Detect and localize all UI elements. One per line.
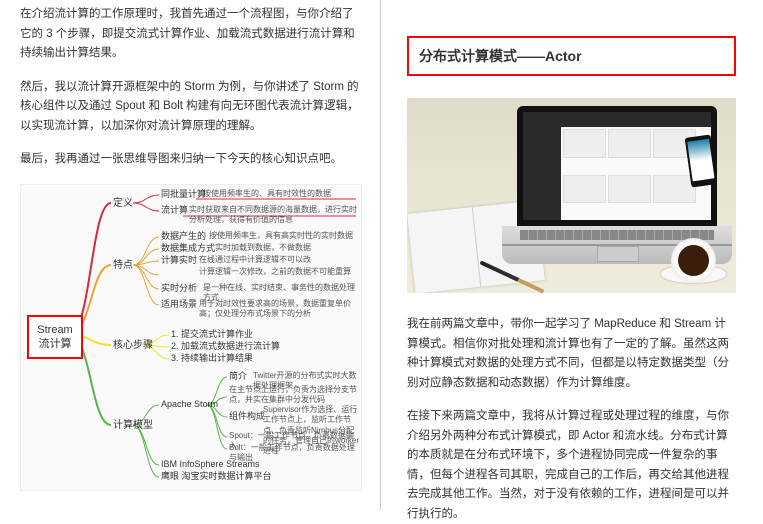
b1-c2-note: 在线通过程中计算逻辑不可以改 [199, 255, 311, 265]
b3-c0-s1-note: 在主节点上运行，负责为选择分支节点，并实在集群中分发代码 [229, 385, 359, 406]
branch-3: 计算模型 [113, 419, 153, 432]
branch-1: 特点 [113, 259, 133, 272]
b2-c2: 3. 持续输出计算结果 [171, 353, 253, 365]
b3-c0-s0: 简介 [229, 371, 247, 383]
branch-0: 定义 [113, 197, 133, 210]
b1-c5: 适用场景 [161, 299, 197, 311]
b1-c2: 计算实时 [161, 255, 197, 267]
hero-photo [407, 98, 736, 293]
page-right: 分布式计算模式——Actor [381, 0, 762, 510]
root-cn: 流计算 [33, 337, 77, 351]
b3-c0: Apache Storm [161, 399, 218, 411]
b1-c0: 数据产生的 [161, 231, 206, 243]
b1-c1-note: 实时加载到数据，不做数据 [215, 243, 311, 253]
left-para-1: 在介绍流计算的工作原理时，我首先通过一个流程图，与你介绍了它的 3 个步骤，即提… [20, 5, 360, 64]
b0-c0-note: 按使用频率生的、具有时效性的数据 [203, 189, 331, 199]
root-en: Stream [33, 323, 77, 337]
b3-c0-s2: 组件构成 [229, 411, 265, 423]
b1-c3-note: 计算逻辑一次修改，之前的数据不可能重算 [199, 267, 351, 277]
mindmap: Stream 流计算 定义 特点 核心步骤 计算模型 同批量计算 按使用频率生的… [20, 184, 362, 491]
b1-c1: 数据集成方式 [161, 243, 215, 255]
b1-c5-note: 用于对时效性要求高的场景，数据重复单价高；仅处理分布式场景下的分析 [199, 299, 359, 320]
branch-2: 核心步骤 [113, 339, 153, 352]
right-para-2: 在接下来两篇文章中，我将从计算过程或处理过程的维度，与你介绍另外两种分布式计算模… [407, 407, 736, 524]
b2-c1: 2. 加载流式数据进行流计算 [171, 341, 280, 353]
left-para-3: 最后，我再通过一张思维导图来归纳一下今天的核心知识点吧。 [20, 150, 360, 170]
page-left: 在介绍流计算的工作原理时，我首先通过一个流程图，与你介绍了它的 3 个步骤，即提… [0, 0, 381, 510]
b0-c1: 流计算 [161, 205, 188, 217]
b1-c4: 实时分析 [161, 283, 197, 295]
b2-c0: 1. 提交流式计算作业 [171, 329, 253, 341]
mindmap-root: Stream 流计算 [27, 315, 83, 360]
b0-c1-note: 实时获取来自不同数据源的海量数据，进行实时分析处理，获得有价值的信息 [189, 205, 357, 226]
section-title: 分布式计算模式——Actor [407, 36, 736, 76]
b3-c2: 鹰眼 淘宝实时数据计算平台 [161, 471, 272, 483]
coffee-cup [661, 238, 726, 283]
right-para-1: 我在前两篇文章中，带你一起学习了 MapReduce 和 Stream 计算模式… [407, 315, 736, 393]
b1-c0-note: 按使用频率生，具有高实时性的实时数据 [209, 231, 353, 241]
b0-c0: 同批量计算 [161, 189, 206, 201]
b3-c1: IBM InfoSphere Streams [161, 459, 260, 471]
left-para-2: 然后，我以流计算开源框架中的 Storm 为例，与你讲述了 Storm 的核心组… [20, 78, 360, 137]
